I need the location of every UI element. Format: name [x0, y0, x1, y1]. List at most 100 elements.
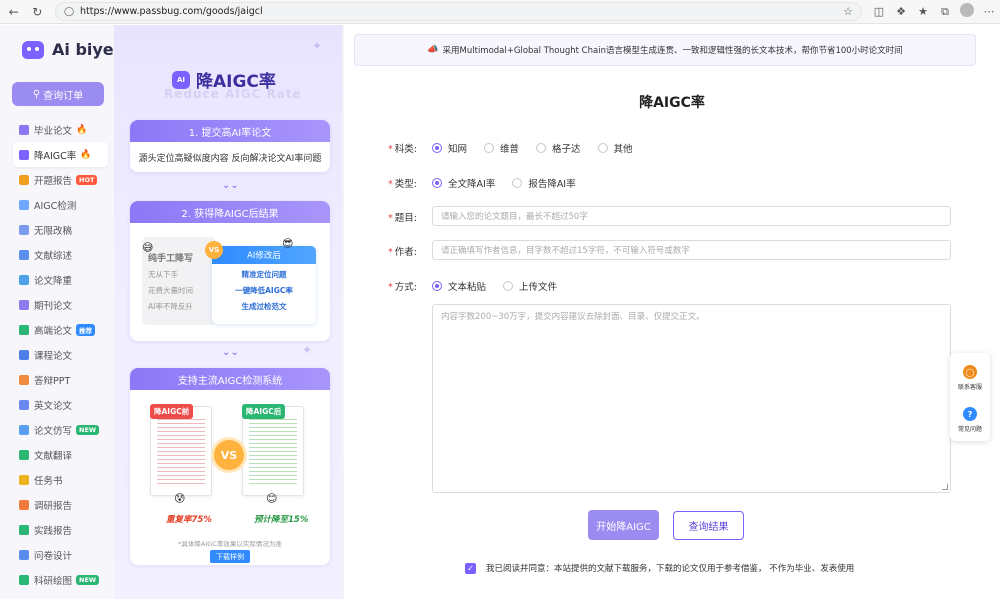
step-3-title: 支持主流AIGC检测系统 — [130, 368, 330, 390]
sparkle-icon: ✦ — [312, 39, 323, 53]
agreement: ✓ 我已阅读并同意：本站提供的文献下载服务，下载的论文仅用于参考借鉴， 不作为毕… — [465, 562, 854, 574]
chevron-down-icon: ⌄⌄ — [222, 180, 239, 191]
site-info-icon[interactable]: ◯ — [64, 7, 74, 17]
subject-option-vip[interactable]: 维普 — [484, 141, 519, 155]
back-arrow-icon[interactable]: ← — [4, 2, 23, 22]
agree-checkbox[interactable]: ✓ — [465, 562, 476, 574]
more-menu-icon[interactable]: ⋯ — [978, 5, 1000, 18]
sidebar-item[interactable]: 调研报告 — [13, 492, 108, 517]
type-row: * 类型: 全文降AI率 报告降AI率 — [388, 176, 593, 190]
sidebar-item[interactable]: 科研绘图 NEW — [13, 567, 108, 592]
sidebar-item[interactable]: 毕业论文 🔥 — [13, 117, 108, 142]
sidebar-item[interactable]: 期刊论文 — [13, 292, 108, 317]
query-result-button[interactable]: 查询结果 — [673, 511, 744, 540]
menu-item-icon — [19, 499, 29, 510]
logo[interactable]: Ai biye — [22, 40, 114, 59]
sidebar-item-label: 答辩PPT — [34, 375, 71, 387]
sunglasses-emoji-icon: 😎 — [282, 237, 294, 250]
extensions-icon[interactable]: ❖ — [890, 5, 912, 18]
ai-line: 生成过检范文 — [241, 302, 287, 311]
menu-item-icon — [19, 424, 29, 435]
menu-badge: NEW — [76, 424, 100, 435]
download-sample-button[interactable]: 下载样例 — [210, 550, 250, 563]
sidebar-item[interactable]: 论文仿写 NEW — [13, 417, 108, 442]
sidebar-item-label: 降AIGC率 — [34, 150, 77, 162]
address-bar[interactable]: ◯ https://www.passbug.com/goods/jaigcl ☆ — [54, 2, 862, 21]
sidebar-item-label: 问卷设计 — [34, 550, 73, 562]
logo-text: Ai biye — [52, 40, 114, 59]
bookmark-star-icon[interactable]: ☆ — [843, 5, 853, 18]
subject-option-cnki[interactable]: 知网 — [432, 141, 467, 155]
sidebar-item[interactable]: AIGC检测 — [13, 192, 108, 217]
faq-button[interactable]: ? 常见问题 — [950, 407, 990, 433]
split-screen-icon[interactable]: ◫ — [868, 5, 890, 18]
menu-item-icon — [19, 474, 29, 485]
fire-icon: 🔥 — [76, 124, 88, 135]
sidebar-item-label: 调研报告 — [34, 500, 73, 512]
menu-item-icon — [19, 324, 29, 335]
sidebar-item[interactable]: 英文论文 — [13, 392, 108, 417]
menu-item-icon — [19, 349, 29, 360]
sidebar-item[interactable]: 无限改稿 — [13, 217, 108, 242]
author-label: * 作者: — [388, 247, 417, 258]
sidebar-item-label: 无限改稿 — [34, 225, 73, 237]
collections-icon[interactable]: ⧉ — [934, 5, 956, 19]
sidebar: Ai biye ⚲ 查询订单 毕业论文 🔥 降AIGC率 🔥 开题报告 HOT AIGC检测… — [0, 25, 114, 599]
customer-service-button[interactable]: ◯ 联系客服 — [950, 365, 990, 391]
author-input[interactable]: 请正确填写作者信息，目字数不超过15字符，不可输入符号或数字 — [432, 240, 951, 260]
sweat-emoji-icon: 😅 — [142, 241, 154, 254]
fire-icon: 🔥 — [80, 149, 92, 160]
sidebar-item[interactable]: 问卷设计 — [13, 542, 108, 567]
sidebar-item[interactable]: 答辩PPT — [13, 367, 108, 392]
url-text: https://www.passbug.com/goods/jaigcl — [79, 6, 263, 17]
type-label: * 类型: — [388, 179, 417, 190]
sidebar-item[interactable]: 课程论文 — [13, 342, 108, 367]
method-option-paste[interactable]: 文本粘贴 — [432, 279, 486, 293]
sidebar-item[interactable]: 论文降重 — [13, 267, 108, 292]
menu-item-icon — [19, 374, 29, 385]
sidebar-item-label: 论文降重 — [34, 275, 73, 287]
profile-avatar[interactable] — [956, 3, 978, 20]
content-placeholder: 内容字数200~30万字，提交内容建议去除封面、目录、仅提交正文。 — [441, 312, 705, 322]
effect-note: *具体降AIGC率效果以实际情况为准 — [178, 540, 282, 548]
resize-handle[interactable] — [942, 484, 948, 490]
subject-option-other[interactable]: 其他 — [597, 141, 633, 155]
query-order-button[interactable]: ⚲ 查询订单 — [12, 82, 104, 106]
step-3-card: 支持主流AIGC检测系统 降AIGC前 降AIGC后 VS 😰 😊 重复率75%… — [130, 368, 330, 565]
topic-input[interactable]: 请输入您的论文题目，最长不超过50字 — [432, 206, 951, 226]
sidebar-item[interactable]: 降AIGC率 🔥 — [13, 142, 108, 167]
sparkle-icon: ✦ — [302, 343, 313, 357]
sidebar-item[interactable]: 高端论文 推荐 — [13, 317, 108, 342]
step-1-card: 1. 提交高AI率论文 源头定位高疑似度内容 反向解决论文AI率问题 — [130, 120, 330, 172]
sidebar-item-label: 课程论文 — [34, 350, 73, 362]
menu-item-icon — [19, 274, 29, 285]
sidebar-item[interactable]: 实践报告 — [13, 517, 108, 542]
content-textarea[interactable]: 内容字数200~30万字，提交内容建议去除封面、目录、仅提交正文。 — [432, 304, 951, 493]
sidebar-item[interactable]: 开题报告 HOT — [13, 167, 108, 192]
sidebar-menu: 毕业论文 🔥 降AIGC率 🔥 开题报告 HOT AIGC检测 无限改稿 文献综述 论文降重 期刊论… — [13, 117, 108, 592]
type-option-fulltext[interactable]: 全文降AI率 — [432, 176, 495, 190]
before-tag: 降AIGC前 — [150, 404, 194, 419]
ai-title: AI修改后 — [212, 246, 316, 264]
favorites-icon[interactable]: ★ — [912, 5, 934, 18]
menu-item-icon — [19, 524, 29, 535]
after-tag: 降AIGC后 — [242, 404, 286, 419]
subject-option-gezida[interactable]: 格子达 — [536, 141, 581, 155]
start-reduce-button[interactable]: 开始降AIGC — [588, 510, 659, 540]
chevron-down-icon: ⌄⌄ — [222, 347, 239, 358]
sidebar-item[interactable]: 文献翻译 — [13, 442, 108, 467]
reload-icon[interactable]: ↻ — [27, 2, 46, 22]
manual-line: AI率不降反升 — [148, 302, 193, 311]
sidebar-item[interactable]: 任务书 — [13, 467, 108, 492]
type-option-report[interactable]: 报告降AI率 — [512, 176, 576, 190]
sidebar-item[interactable]: 文献综述 — [13, 242, 108, 267]
method-option-upload[interactable]: 上传文件 — [503, 279, 557, 293]
browser-toolbar: ← ↻ ◯ https://www.passbug.com/goods/jaig… — [0, 0, 1000, 24]
menu-item-icon — [19, 199, 29, 210]
question-icon: ? — [963, 407, 977, 421]
topic-row: * 题目: — [388, 210, 432, 224]
sidebar-item-label: 实践报告 — [34, 525, 73, 537]
page: Ai biye ⚲ 查询订单 毕业论文 🔥 降AIGC率 🔥 开题报告 HOT AIGC检测… — [0, 25, 1000, 599]
sidebar-item-label: 文献翻译 — [34, 450, 73, 462]
promo-title: AI 降AIGC率 — [172, 67, 276, 92]
